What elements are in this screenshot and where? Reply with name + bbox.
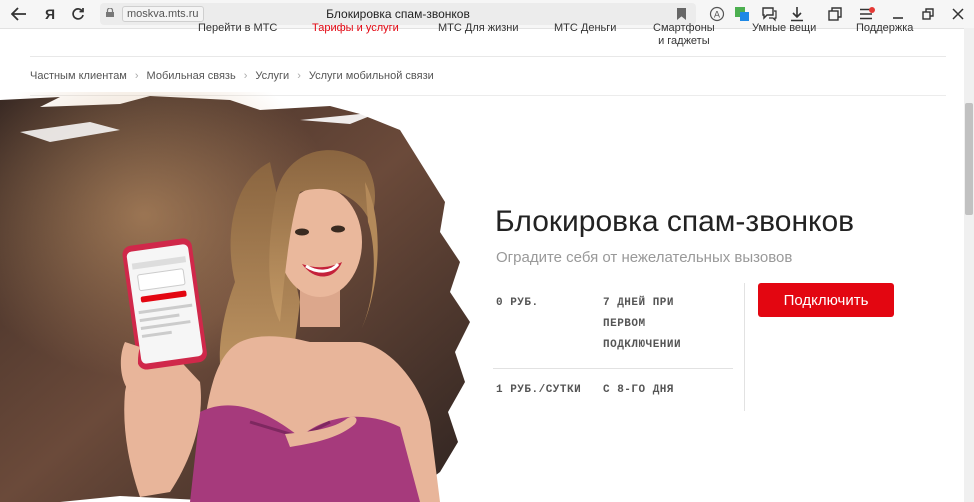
price-condition-second: С 8-ГО ДНЯ [603, 384, 675, 396]
nav-item-tariffs[interactable]: Тарифы и услуги [312, 22, 399, 35]
notification-dot [869, 7, 875, 13]
scrollbar-thumb[interactable] [965, 103, 973, 215]
chevron-right-icon: › [134, 70, 139, 82]
price-second: 1 РУБ./СУТКИ [496, 384, 582, 396]
breadcrumb-item[interactable]: Услуги мобильной связи [309, 70, 434, 82]
scrollbar[interactable] [964, 28, 974, 502]
reload-icon[interactable] [68, 4, 88, 24]
close-icon[interactable] [950, 4, 966, 24]
price-condition-first: 7 ДНЕЙ ПРИ ПЕРВОМ ПОДКЛЮЧЕНИИ [603, 297, 682, 351]
nav-item-gadgets[interactable]: Смартфоны и гаджеты [653, 22, 715, 48]
svg-text:A: A [714, 11, 721, 21]
messages-icon[interactable] [760, 4, 778, 24]
breadcrumb-item[interactable]: Мобильная связь [147, 70, 236, 82]
nav-item-support[interactable]: Поддержка [856, 22, 913, 35]
breadcrumb-item[interactable]: Услуги [255, 70, 289, 82]
nav-item-smart[interactable]: Умные вещи [752, 22, 816, 35]
service-title: Блокировка спам-звонков [495, 205, 855, 238]
breadcrumb-item[interactable]: Частным клиентам [30, 70, 127, 82]
chevron-right-icon: › [243, 70, 248, 82]
connect-button[interactable]: Подключить [758, 283, 894, 317]
service-subtitle: Оградите себя от нежелательных вызовов [496, 249, 793, 266]
reader-icon[interactable]: A [708, 4, 726, 24]
nav-divider [30, 56, 946, 57]
collections-icon[interactable] [826, 4, 844, 24]
nav-item-life[interactable]: МТС Для жизни [438, 22, 519, 35]
page-title-text: Блокировка спам-звонков [326, 7, 470, 21]
yandex-logo[interactable]: Я [40, 4, 60, 24]
site-nav: Перейти в МТС Тарифы и услуги МТС Для жи… [150, 22, 934, 56]
download-icon[interactable] [788, 4, 806, 24]
chevron-right-icon: › [297, 70, 301, 82]
nav-item-money[interactable]: МТС Деньги [554, 22, 616, 35]
nav-item-mts[interactable]: Перейти в МТС [198, 22, 277, 35]
restore-icon[interactable] [920, 4, 936, 24]
minimize-icon[interactable] [890, 4, 906, 24]
vertical-divider [744, 283, 745, 411]
breadcrumb: Частным клиентам › Мобильная связь › Услуги ›… [30, 70, 434, 82]
back-arrow-icon[interactable] [8, 4, 30, 24]
hero-image [0, 92, 480, 502]
price-first: 0 РУБ. [496, 297, 539, 309]
price-divider [493, 368, 733, 369]
translate-icon[interactable] [733, 4, 751, 24]
